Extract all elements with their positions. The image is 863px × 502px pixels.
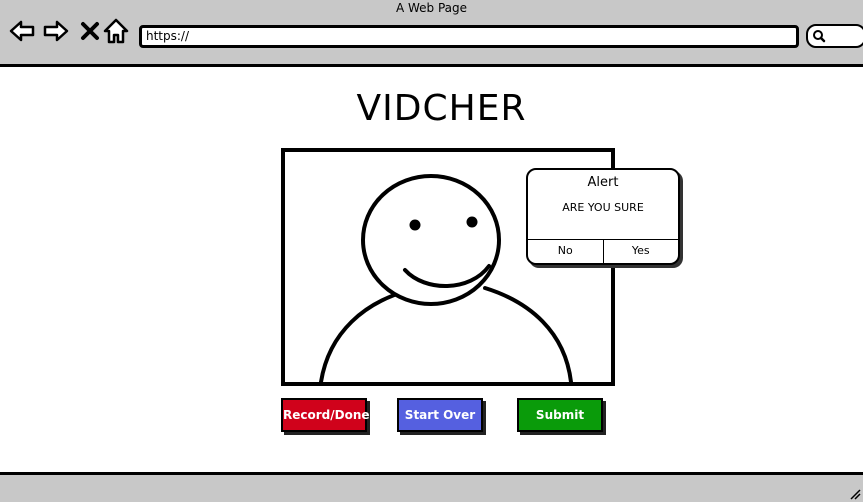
record-done-button[interactable]: Record/Done [281,398,370,432]
start-over-button[interactable]: Start Over [397,398,483,432]
alert-title: Alert [587,175,619,190]
back-arrow-icon[interactable] [8,17,36,45]
submit-button[interactable]: Submit [517,398,603,432]
resize-grip-icon[interactable] [849,488,861,500]
alert-no-button[interactable]: No [528,240,604,264]
browser-statusbar [0,472,863,502]
alert-dialog: Alert ARE YOU SURE No Yes [526,168,680,265]
search-icon [813,30,826,43]
alert-actions: No Yes [528,239,678,264]
forward-arrow-icon[interactable] [42,17,70,45]
window-title: A Web Page [395,1,468,15]
url-bar[interactable]: https:// [139,25,799,48]
page-title: VIDCHER [356,88,527,129]
alert-message: ARE YOU SURE [562,201,644,214]
home-icon[interactable] [102,17,130,45]
close-x-icon[interactable] [76,17,104,45]
search-box[interactable] [806,24,863,48]
browser-titlebar: A Web Page https:// [0,0,863,67]
alert-yes-button[interactable]: Yes [604,240,679,264]
